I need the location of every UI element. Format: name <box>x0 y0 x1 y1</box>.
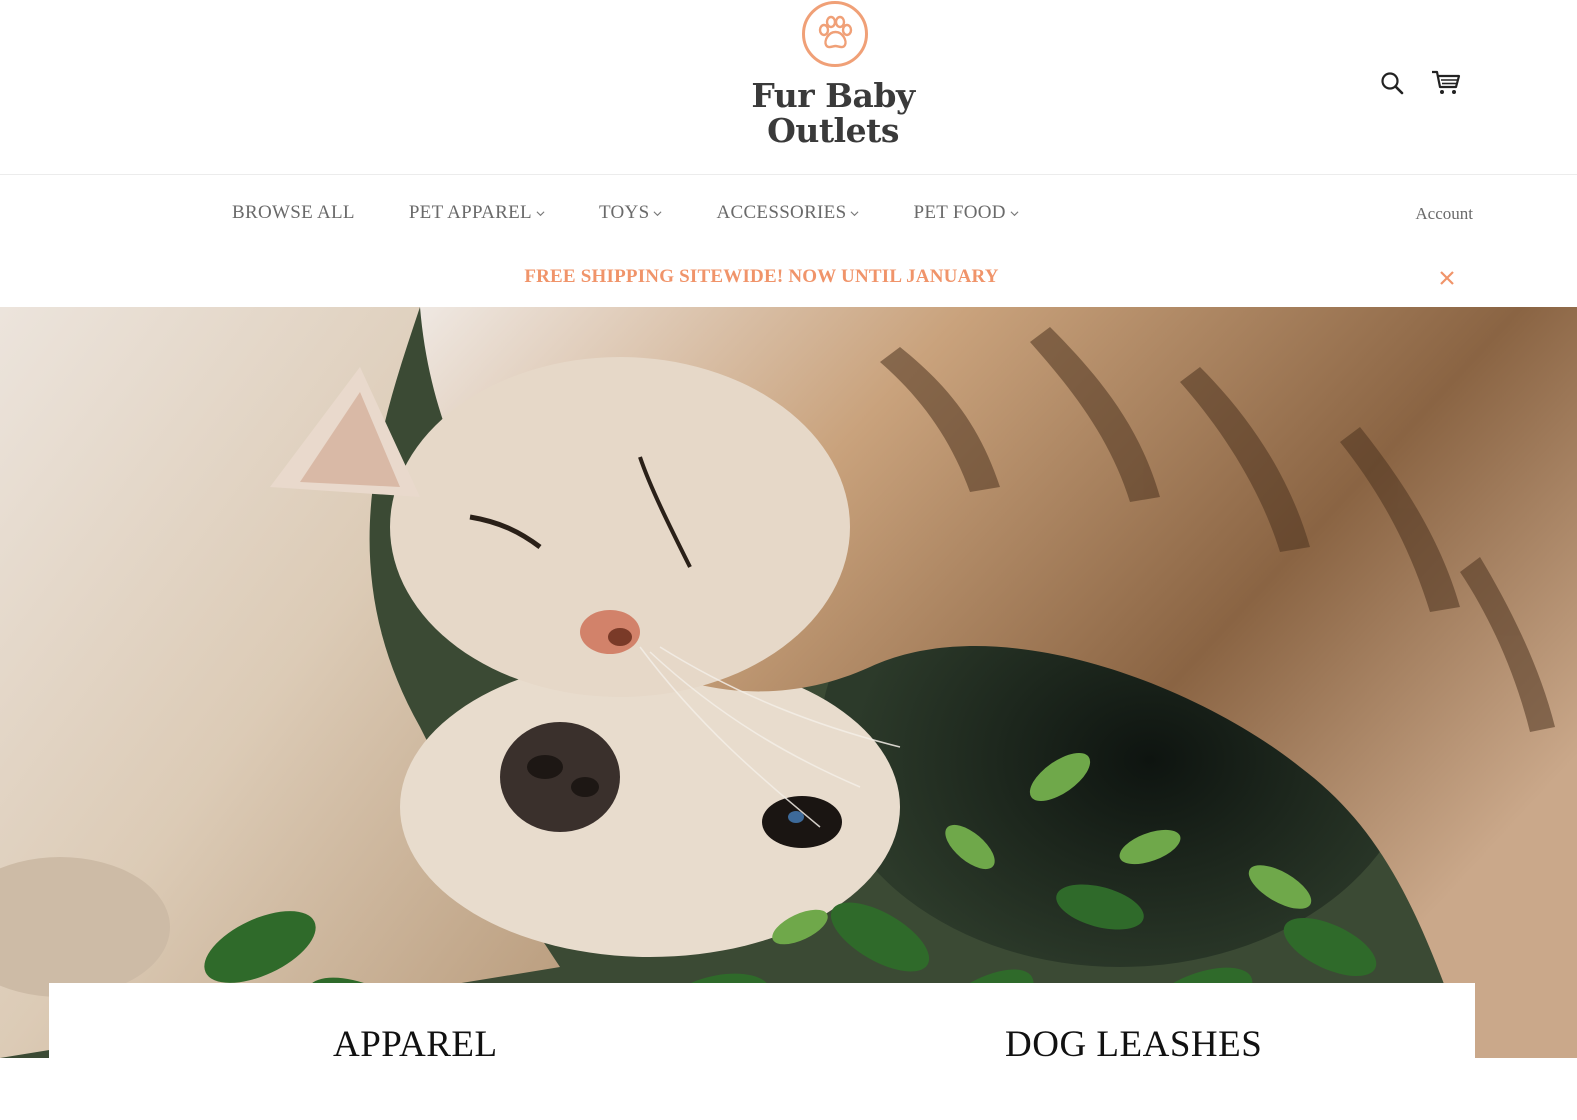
header-actions <box>1376 66 1462 100</box>
nav-item-pet-food[interactable]: PET FOOD <box>913 202 1019 224</box>
hero-image <box>0 307 1577 1058</box>
nav-item-label: ACCESSORIES <box>716 202 847 223</box>
nav-item-label: BROWSE ALL <box>232 202 355 223</box>
nav-item-label: TOYS <box>598 202 650 223</box>
chevron-down-icon <box>1010 210 1019 216</box>
main-navigation: BROWSE ALL PET APPAREL TOYS ACCESSORIES … <box>0 176 1577 252</box>
nav-item-label: PET APPAREL <box>408 202 532 223</box>
brand-name-line1: Fur Baby <box>751 76 915 115</box>
featured-collections: APPAREL DOG LEASHES <box>49 983 1475 1120</box>
nav-item-toys[interactable]: TOYS <box>599 202 662 224</box>
announcement-bar: FREE SHIPPING SITEWIDE! NOW UNTIL JANUAR… <box>0 252 1577 307</box>
brand-name-line2: Outlets <box>767 111 899 150</box>
account-link[interactable]: Account <box>1415 204 1473 224</box>
collection-dog-leashes[interactable]: DOG LEASHES <box>1005 1023 1262 1066</box>
chevron-down-icon <box>653 210 662 216</box>
announcement-text: FREE SHIPPING SITEWIDE! NOW UNTIL JANUAR… <box>524 266 999 287</box>
chevron-down-icon <box>850 210 859 216</box>
paw-icon <box>802 1 868 67</box>
nav-item-browse-all[interactable]: BROWSE ALL <box>232 202 355 224</box>
hero-illustration <box>0 307 1577 1058</box>
close-icon[interactable] <box>1439 270 1455 286</box>
nav-item-label: PET FOOD <box>913 202 1006 223</box>
site-header: Fur Baby Outlets <box>0 0 1577 175</box>
nav-item-pet-apparel[interactable]: PET APPAREL <box>409 202 545 224</box>
collection-apparel[interactable]: APPAREL <box>333 1023 498 1066</box>
cart-icon[interactable] <box>1430 67 1462 99</box>
nav-item-accessories[interactable]: ACCESSORIES <box>716 202 859 224</box>
search-icon[interactable] <box>1376 67 1408 99</box>
nav-list: BROWSE ALL PET APPAREL TOYS ACCESSORIES … <box>232 202 1019 224</box>
logo[interactable]: Fur Baby Outlets <box>750 0 916 160</box>
brand-name: Fur Baby Outlets <box>750 78 916 148</box>
chevron-down-icon <box>536 210 545 216</box>
